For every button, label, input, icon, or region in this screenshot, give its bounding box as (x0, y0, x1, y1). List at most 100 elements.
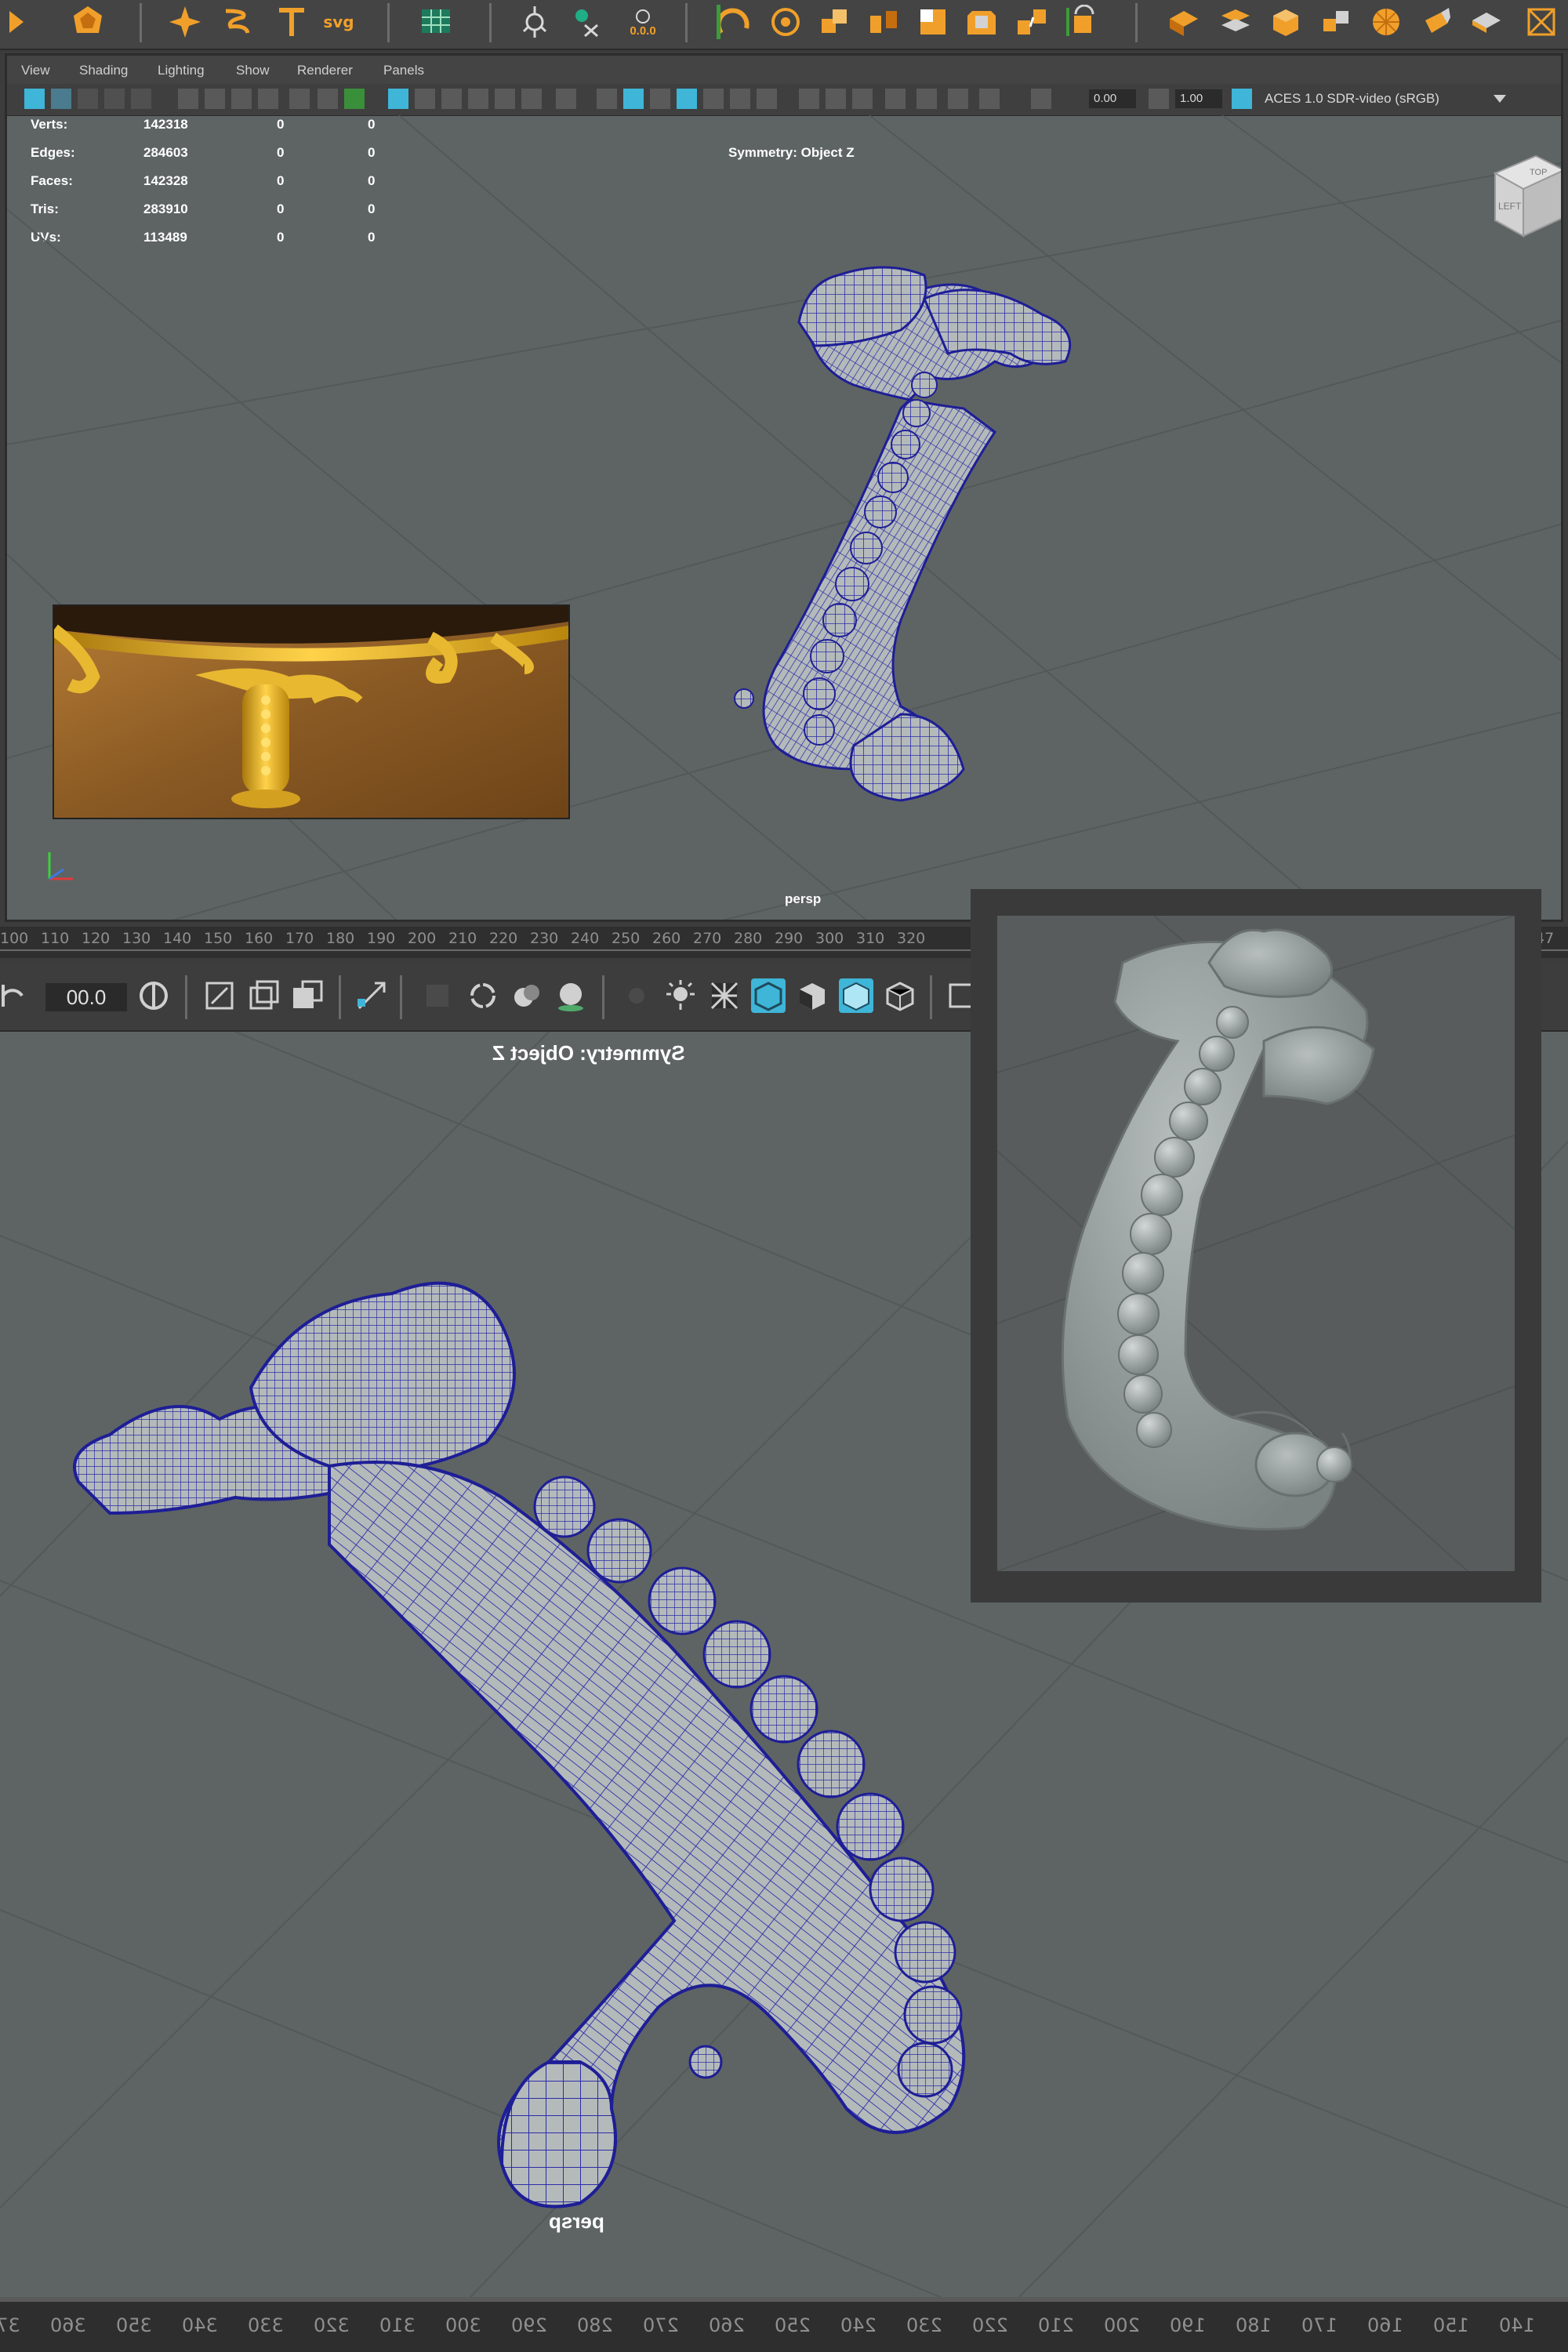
ambient-occlusion-icon[interactable] (757, 89, 777, 109)
separate-icon[interactable] (867, 5, 902, 39)
menu-view[interactable]: View (21, 63, 50, 78)
viewport-menu-bar: View Shading Lighting Show Renderer Pane… (7, 56, 1561, 84)
sculpt-icon[interactable] (1369, 5, 1403, 39)
use-all-lights-icon[interactable] (650, 89, 670, 109)
fill-hole-icon[interactable] (1167, 5, 1201, 39)
film-gate-icon[interactable] (178, 89, 198, 109)
safe-action-icon[interactable] (289, 89, 310, 109)
light-icon[interactable] (703, 89, 724, 109)
ruler-label: 170 (1301, 2314, 1338, 2336)
bridge-icon[interactable] (1014, 5, 1049, 39)
merge-icon[interactable] (1218, 5, 1253, 39)
xray-active-icon[interactable] (916, 89, 937, 109)
loop-icon[interactable] (717, 5, 751, 39)
xray-icon[interactable] (495, 89, 515, 109)
ruler-label: 320 (314, 2314, 350, 2336)
xray-active-icon[interactable] (290, 978, 325, 1013)
ambient-occlusion-icon[interactable] (420, 978, 455, 1013)
grease-pencil-icon[interactable] (202, 978, 237, 1013)
xray-joints-icon[interactable] (246, 978, 281, 1013)
shaded-render-view (997, 916, 1515, 1571)
field-chart-icon[interactable] (258, 89, 278, 109)
wireframe-on-shaded-icon[interactable] (597, 89, 617, 109)
exposure-field[interactable]: 0.00 (1089, 89, 1136, 108)
shaded-icon[interactable] (751, 978, 786, 1013)
menu-shading[interactable]: Shading (79, 63, 128, 78)
exposure-icon[interactable] (1031, 89, 1051, 109)
backface-icon[interactable] (556, 89, 576, 109)
bookmark-icon[interactable] (78, 89, 98, 109)
shaded-icon[interactable] (623, 89, 644, 109)
shadow-icon[interactable] (554, 978, 588, 1013)
color-management-icon[interactable] (1232, 89, 1252, 109)
bevel-icon[interactable] (964, 5, 999, 39)
camera-attributes-icon[interactable] (51, 89, 71, 109)
close-icon[interactable] (1524, 5, 1559, 39)
menu-renderer[interactable]: Renderer (297, 63, 353, 78)
ruler-label: 230 (906, 2314, 942, 2336)
exposure-field[interactable]: 00.0 (45, 983, 127, 1011)
menu-panels[interactable]: Panels (383, 63, 424, 78)
cube-icon[interactable] (768, 5, 803, 39)
menu-show[interactable]: Show (236, 63, 270, 78)
snap-icon[interactable]: 0.0.0 (619, 5, 666, 39)
depth-of-field-icon[interactable] (852, 89, 873, 109)
texture-icon[interactable] (677, 89, 697, 109)
default-material-icon[interactable] (441, 89, 462, 109)
menu-lighting[interactable]: Lighting (158, 63, 205, 78)
textured-icon[interactable] (468, 89, 488, 109)
texture-icon[interactable] (707, 978, 742, 1013)
grid-toggle-icon[interactable] (131, 89, 151, 109)
move-icon[interactable] (569, 5, 604, 39)
anti-alias-icon[interactable] (826, 89, 846, 109)
select-camera-icon[interactable] (24, 89, 45, 109)
image-plane-icon[interactable] (104, 89, 125, 109)
wireframe-icon[interactable] (839, 978, 873, 1013)
depth-of-field-icon[interactable] (510, 978, 544, 1013)
isolate-select-icon[interactable] (885, 89, 906, 109)
isolate-select-icon[interactable] (354, 978, 389, 1013)
camera-icon[interactable] (517, 5, 552, 39)
extract-icon[interactable] (916, 5, 950, 39)
gamma-field[interactable]: 1.00 (1175, 89, 1222, 108)
polygon-icon[interactable] (0, 5, 34, 39)
chevron-down-icon[interactable] (1494, 95, 1506, 103)
svg-icon[interactable]: svg (321, 5, 356, 39)
exposure-icon[interactable] (136, 978, 171, 1013)
anti-alias-icon[interactable] (466, 978, 500, 1013)
ruler-label: 260 (652, 930, 681, 947)
xray-joints-icon[interactable] (948, 89, 968, 109)
mirror-icon[interactable] (1319, 5, 1353, 39)
isolate-icon[interactable] (344, 89, 365, 109)
safe-title-icon[interactable] (318, 89, 338, 109)
wireframe-icon[interactable] (388, 89, 408, 109)
smooth-shade-icon[interactable] (883, 978, 917, 1013)
top-viewport[interactable]: View Shading Lighting Show Renderer Pane… (5, 53, 1563, 922)
spiral-icon[interactable] (220, 5, 254, 39)
polygon-icon[interactable] (71, 5, 105, 39)
ruler-label: 270 (693, 930, 722, 947)
gamma-icon[interactable] (0, 978, 34, 1013)
grid-icon[interactable] (419, 5, 453, 39)
view-cube[interactable]: TOP LEFT (1479, 150, 1563, 244)
light-icon[interactable] (619, 978, 654, 1013)
extrude-icon[interactable] (1065, 5, 1099, 39)
resolution-gate-icon[interactable] (205, 89, 225, 109)
use-all-lights-icon[interactable] (663, 978, 698, 1013)
motion-blur-icon[interactable] (799, 89, 819, 109)
star-icon[interactable] (168, 5, 202, 39)
delete-icon[interactable] (1469, 5, 1504, 39)
color-space-select[interactable]: ACES 1.0 SDR-video (sRGB) (1260, 89, 1511, 108)
joint-xray-icon[interactable] (521, 89, 542, 109)
smooth-shade-icon[interactable] (415, 89, 435, 109)
grease-pencil-icon[interactable] (979, 89, 1000, 109)
quad-draw-icon[interactable] (1419, 5, 1454, 39)
shadow-icon[interactable] (730, 89, 750, 109)
combine-icon[interactable] (818, 5, 853, 39)
gate-mask-icon[interactable] (231, 89, 252, 109)
wireframe-on-shaded-icon[interactable] (795, 978, 829, 1013)
time-ruler-mirrored[interactable]: 370 360 350 340 330 320 310 300 290 280 … (0, 2297, 1568, 2352)
gamma-icon[interactable] (1149, 89, 1169, 109)
target-weld-icon[interactable] (1269, 5, 1303, 39)
text-icon[interactable] (274, 5, 309, 39)
